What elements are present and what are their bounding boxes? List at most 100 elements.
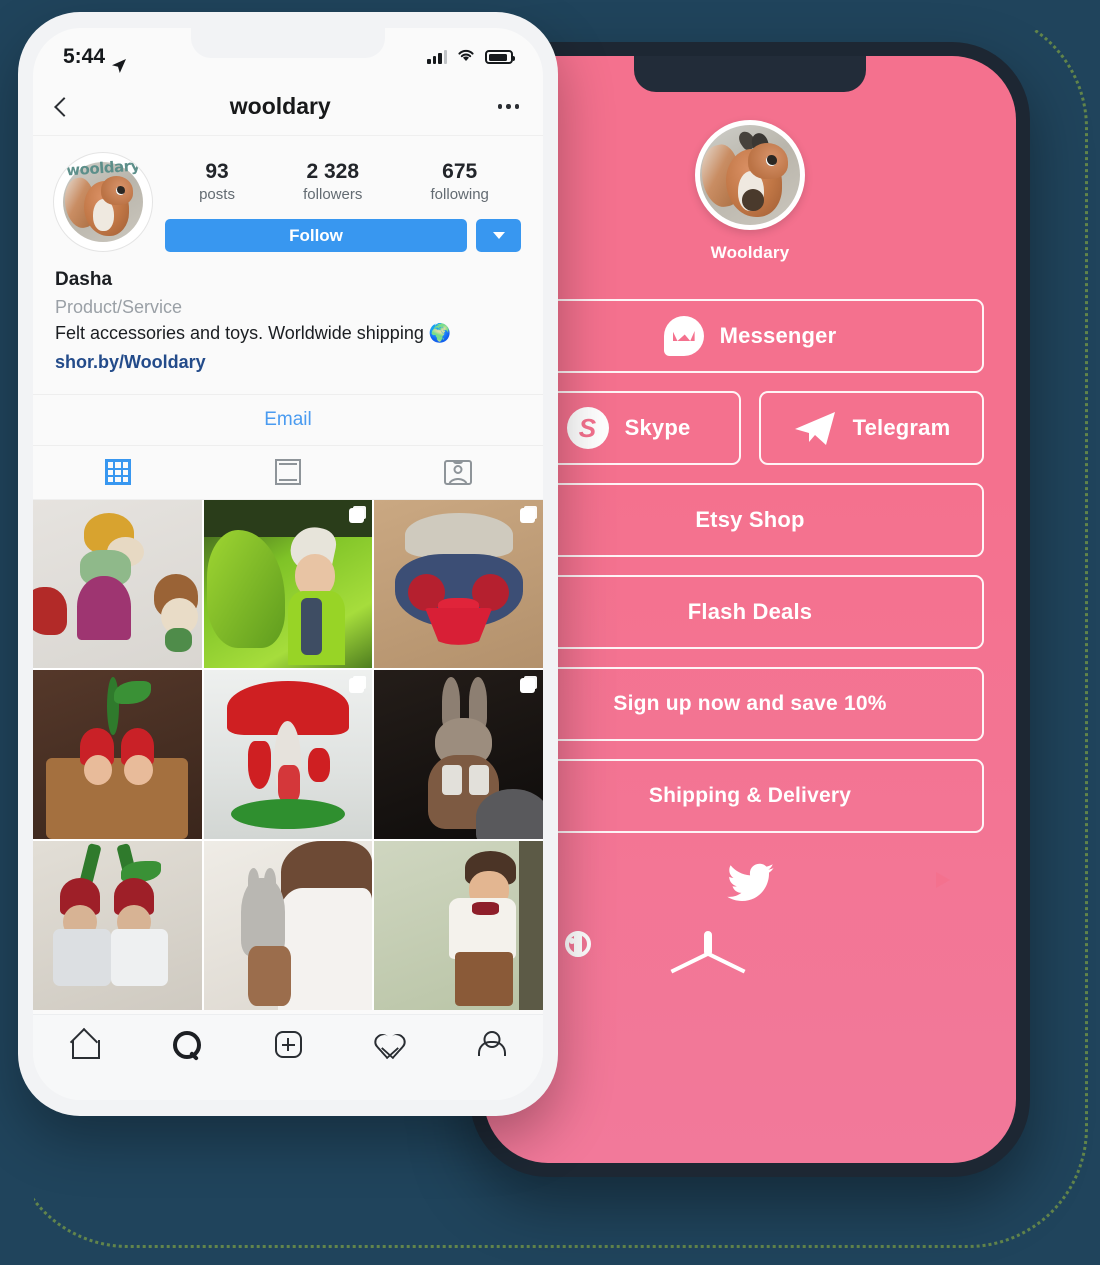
plus-square-icon bbox=[274, 1031, 302, 1058]
home-icon bbox=[70, 1031, 100, 1059]
instagram-phone: 5:44 wooldary wooldary 93 posts 2 328 fo… bbox=[18, 12, 558, 1116]
link-page-screen: Wooldary Messenger S Skype Telegram Etsy… bbox=[484, 56, 1016, 1163]
link-button-label: Flash Deals bbox=[687, 599, 813, 624]
signal-bars-icon bbox=[427, 50, 447, 64]
nav-activity[interactable] bbox=[339, 1031, 441, 1057]
avatar-brand-text: wooldary bbox=[65, 156, 141, 180]
link-button-label: Skype bbox=[624, 415, 691, 440]
social-link-email[interactable] bbox=[704, 931, 750, 981]
post-grid bbox=[33, 499, 543, 1010]
tab-tagged[interactable] bbox=[373, 446, 543, 499]
nav-profile[interactable] bbox=[441, 1031, 543, 1057]
instagram-screen: 5:44 wooldary wooldary 93 posts 2 328 fo… bbox=[33, 28, 543, 1100]
stat-label: followers bbox=[303, 186, 363, 204]
profile-stats-and-actions: 93 posts 2 328 followers 675 following F… bbox=[153, 152, 523, 253]
profile-header: wooldary 93 posts 2 328 followers 675 fo… bbox=[33, 136, 543, 253]
heart-icon bbox=[376, 1031, 404, 1057]
wifi-icon bbox=[456, 47, 476, 67]
stat-posts[interactable]: 93 posts bbox=[199, 160, 235, 203]
link-button-list: Messenger S Skype Telegram Etsy Shop Fla… bbox=[516, 299, 984, 833]
stat-value: 2 328 bbox=[306, 160, 360, 183]
post-thumbnail[interactable] bbox=[374, 841, 543, 1010]
post-thumbnail[interactable] bbox=[33, 670, 202, 840]
profile-bio: Dasha Product/Service Felt accessories a… bbox=[33, 252, 543, 376]
link-button-label: Messenger bbox=[719, 323, 837, 348]
telegram-icon bbox=[793, 409, 837, 447]
post-thumbnail[interactable] bbox=[374, 499, 543, 669]
bio-description: Felt accessories and toys. Worldwide shi… bbox=[55, 322, 452, 343]
stat-followers[interactable]: 2 328 followers bbox=[303, 160, 362, 203]
status-time: 5:44 bbox=[63, 45, 106, 68]
link-page-title: Wooldary bbox=[710, 243, 790, 262]
avatar[interactable]: wooldary bbox=[53, 152, 153, 252]
social-link-twitter[interactable] bbox=[727, 863, 774, 909]
chevron-down-icon bbox=[492, 232, 505, 240]
stat-value: 675 bbox=[442, 160, 478, 183]
tab-reels[interactable] bbox=[203, 446, 373, 499]
link-button-label: Etsy Shop bbox=[695, 507, 805, 532]
page-title: wooldary bbox=[229, 93, 331, 119]
link-button-signup-save[interactable]: Sign up now and save 10% bbox=[516, 667, 984, 741]
status-time-group: 5:44 bbox=[63, 45, 127, 73]
profile-actions: Follow bbox=[165, 219, 523, 253]
stat-value: 93 bbox=[205, 160, 229, 183]
messenger-icon bbox=[663, 316, 704, 356]
bio-category: Product/Service bbox=[55, 296, 183, 317]
post-thumbnail[interactable] bbox=[33, 499, 202, 669]
carousel-indicator-icon bbox=[346, 678, 365, 696]
social-link-instagram[interactable] bbox=[569, 931, 620, 981]
nav-new-post[interactable] bbox=[237, 1031, 339, 1058]
link-button-label: Sign up now and save 10% bbox=[613, 692, 887, 715]
search-icon bbox=[173, 1031, 201, 1059]
nav-search[interactable] bbox=[135, 1031, 237, 1059]
carousel-indicator-icon bbox=[517, 507, 535, 526]
email-button-container: Email bbox=[33, 393, 543, 446]
envelope-icon bbox=[704, 931, 712, 956]
profile-stats: 93 posts 2 328 followers 675 following bbox=[165, 152, 523, 203]
more-options-icon[interactable] bbox=[497, 104, 519, 109]
link-button-flash-deals[interactable]: Flash Deals bbox=[516, 575, 984, 649]
tab-grid[interactable] bbox=[33, 446, 203, 499]
link-button-label: Shipping & Delivery bbox=[648, 784, 852, 807]
email-button[interactable]: Email bbox=[264, 409, 312, 431]
instagram-icon bbox=[569, 931, 582, 956]
stat-following[interactable]: 675 following bbox=[431, 160, 489, 203]
profile-tabs bbox=[33, 446, 543, 500]
person-icon bbox=[479, 1031, 505, 1057]
squirrel-avatar-icon bbox=[700, 125, 800, 225]
follow-dropdown-button[interactable] bbox=[476, 219, 521, 253]
post-thumbnail[interactable] bbox=[33, 841, 202, 1010]
tagged-person-icon bbox=[444, 459, 472, 485]
post-thumbnail[interactable] bbox=[203, 841, 373, 1010]
nav-home[interactable] bbox=[33, 1031, 135, 1059]
link-button-messenger[interactable]: Messenger bbox=[516, 299, 984, 373]
instagram-header: wooldary bbox=[33, 78, 543, 136]
link-button-telegram[interactable]: Telegram bbox=[759, 391, 984, 465]
link-page-content: Wooldary Messenger S Skype Telegram Etsy… bbox=[484, 56, 1016, 981]
social-link-youtube[interactable] bbox=[918, 863, 964, 909]
social-links-row-1 bbox=[516, 863, 984, 909]
link-button-etsy-shop[interactable]: Etsy Shop bbox=[516, 483, 984, 557]
twitter-icon bbox=[727, 863, 774, 901]
grid-icon bbox=[105, 459, 131, 486]
bio-link[interactable]: shor.by/Wooldary bbox=[55, 349, 206, 376]
stat-label: posts bbox=[199, 186, 235, 204]
post-thumbnail[interactable] bbox=[374, 670, 543, 840]
skype-icon: S bbox=[566, 407, 609, 449]
phone-notch bbox=[634, 56, 866, 92]
carousel-indicator-icon bbox=[346, 507, 365, 526]
carousel-indicator-icon bbox=[517, 678, 535, 696]
status-bar: 5:44 bbox=[33, 28, 543, 78]
post-thumbnail[interactable] bbox=[203, 499, 373, 669]
link-button-shipping-delivery[interactable]: Shipping & Delivery bbox=[516, 759, 984, 833]
link-button-row: S Skype Telegram bbox=[516, 391, 984, 465]
status-indicators bbox=[427, 47, 515, 67]
link-button-label: Telegram bbox=[852, 415, 951, 440]
social-links-row-2 bbox=[516, 931, 984, 981]
stat-label: following bbox=[430, 186, 489, 204]
bottom-navigation bbox=[33, 1014, 543, 1100]
battery-icon bbox=[485, 50, 515, 64]
post-thumbnail[interactable] bbox=[203, 670, 373, 840]
reels-icon bbox=[275, 459, 301, 486]
follow-button[interactable]: Follow bbox=[165, 219, 467, 253]
